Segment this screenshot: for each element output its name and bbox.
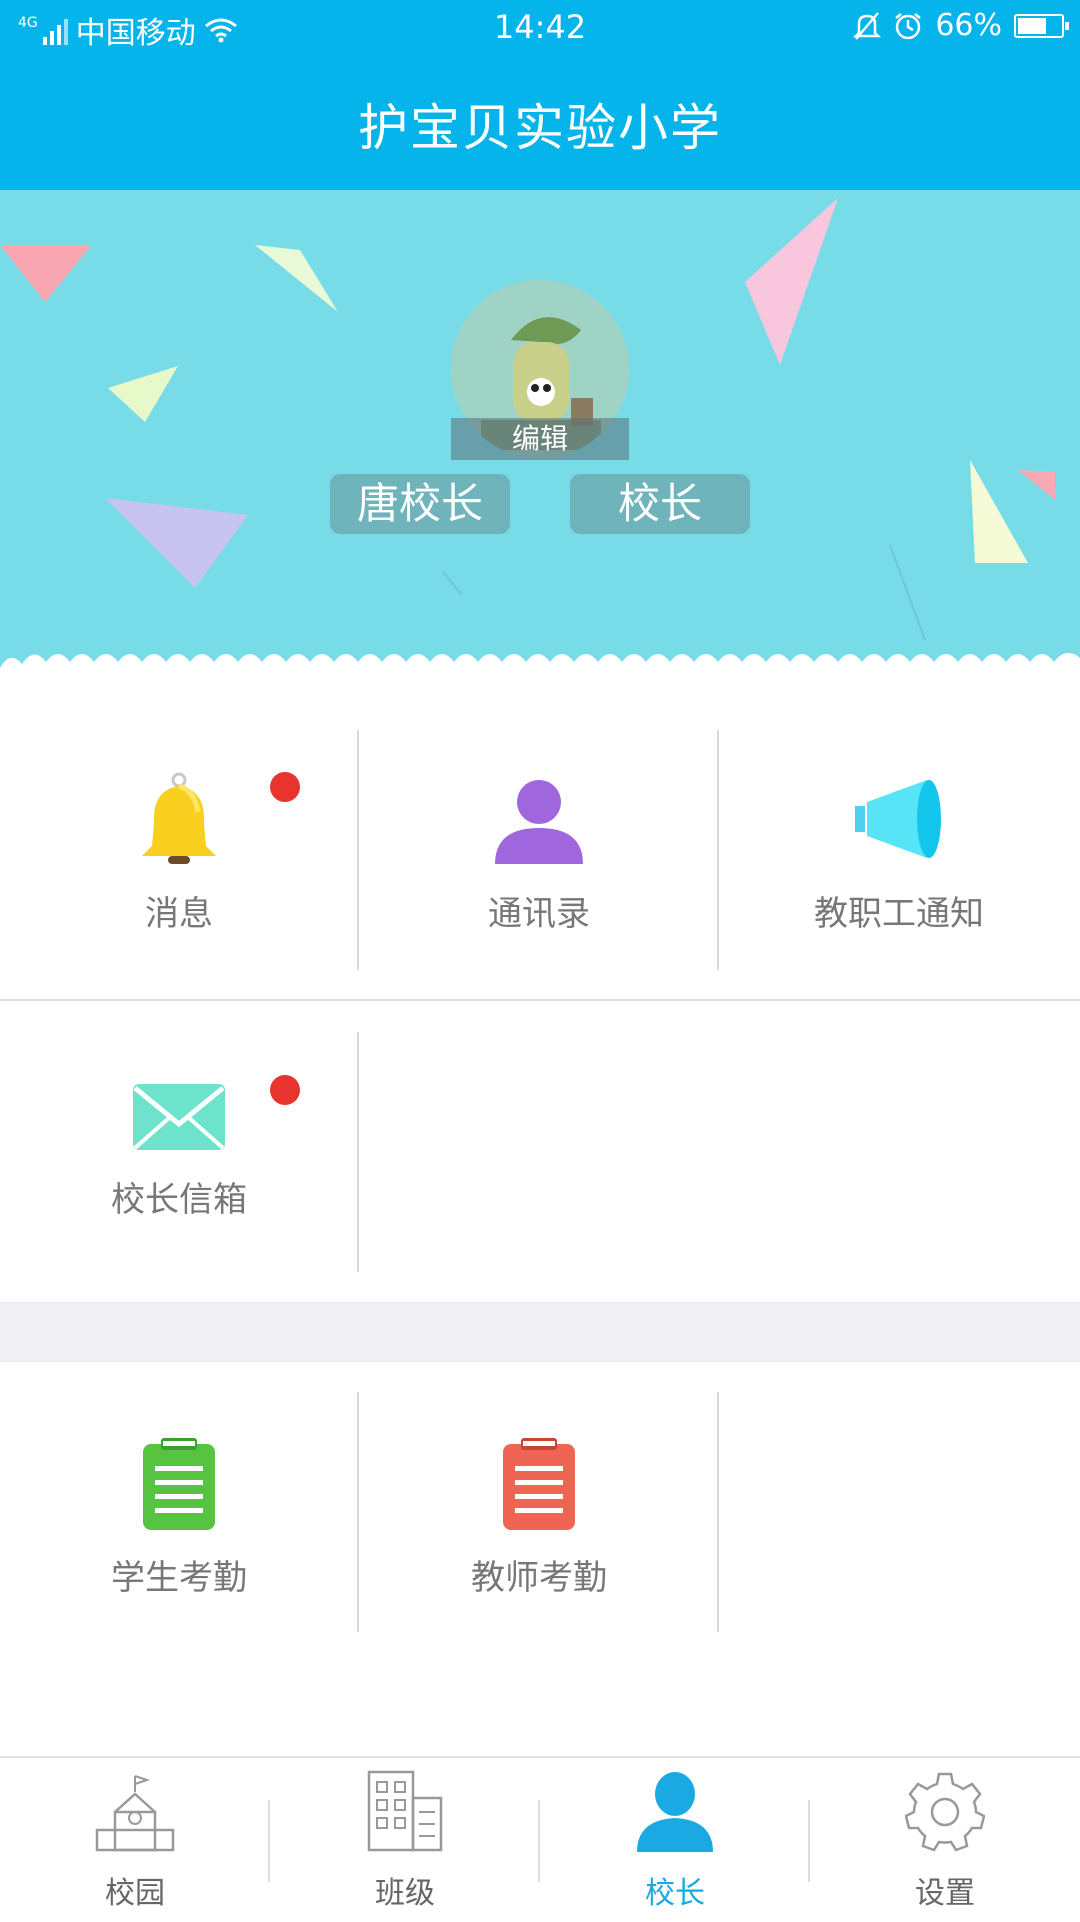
- clipboard-red-icon: [503, 1438, 575, 1530]
- profile-banner: 编辑 唐校长 校长: [0, 190, 1080, 680]
- edit-avatar-button[interactable]: 编辑: [451, 418, 629, 460]
- section-spacer: [0, 1302, 1080, 1362]
- tab-label: 设置: [915, 1876, 975, 1911]
- bottom-tab-bar: 校园 班级 校长 设置: [0, 1756, 1080, 1922]
- menu-row-2: 校长信箱: [0, 1002, 1080, 1302]
- divider: [357, 1392, 359, 1632]
- menu-label: 校长信箱: [111, 1180, 247, 1220]
- gear-icon: [905, 1772, 985, 1852]
- menu-label: 消息: [145, 894, 213, 934]
- menu-row-1: 消息 通讯录 教职工通知: [0, 700, 1080, 1000]
- menu-item-messages[interactable]: 消息: [0, 772, 358, 935]
- menu-row-3: 学生考勤 教师考勤: [0, 1362, 1080, 1662]
- page-title: 护宝贝实验小学: [358, 99, 722, 157]
- menu-item-teacher-attendance[interactable]: 教师考勤: [360, 1436, 718, 1599]
- menu-item-contacts[interactable]: 通讯录: [360, 772, 718, 935]
- menu-label: 通讯录: [488, 894, 590, 934]
- app-header: 护宝贝实验小学: [0, 56, 1080, 190]
- school-building-icon: [95, 1775, 175, 1852]
- divider: [717, 730, 719, 970]
- tab-label: 校园: [105, 1876, 165, 1911]
- status-bar: 4G 中国移动 14:42 66%: [0, 0, 1080, 56]
- alarm-icon: [895, 12, 922, 39]
- silent-bell-icon: [853, 11, 882, 40]
- menu-label: 教师考勤: [471, 1558, 607, 1598]
- contacts-person-icon: [495, 780, 583, 864]
- tab-label: 班级: [375, 1876, 435, 1911]
- menu-item-student-attendance[interactable]: 学生考勤: [0, 1436, 358, 1599]
- user-role-badge: 校长: [570, 474, 750, 534]
- divider: [357, 1032, 359, 1272]
- menu-label: 学生考勤: [111, 1558, 247, 1598]
- bell-icon: [142, 772, 216, 864]
- envelope-icon: [133, 1084, 225, 1150]
- row-separator: [0, 999, 1080, 1001]
- tab-class[interactable]: 班级: [270, 1758, 540, 1922]
- divider: [717, 1392, 719, 1632]
- notification-dot: [270, 772, 300, 802]
- user-icon: [637, 1772, 713, 1852]
- clipboard-green-icon: [143, 1438, 215, 1530]
- tab-settings[interactable]: 设置: [810, 1758, 1080, 1922]
- status-right: 66%: [853, 8, 1069, 43]
- menu-label: 教职工通知: [814, 894, 984, 934]
- user-name-badge: 唐校长: [330, 474, 510, 534]
- battery-icon: [1014, 13, 1069, 38]
- office-building-icon: [367, 1770, 443, 1852]
- menu-item-staff-notice[interactable]: 教职工通知: [720, 772, 1078, 935]
- notification-dot: [270, 1075, 300, 1105]
- tab-label: 校长: [645, 1876, 705, 1911]
- divider: [357, 730, 359, 970]
- tab-campus[interactable]: 校园: [0, 1758, 270, 1922]
- megaphone-icon: [855, 780, 941, 858]
- menu-item-principal-mailbox[interactable]: 校长信箱: [0, 1080, 358, 1221]
- tab-principal[interactable]: 校长: [540, 1758, 810, 1922]
- battery-percent: 66%: [935, 8, 1002, 43]
